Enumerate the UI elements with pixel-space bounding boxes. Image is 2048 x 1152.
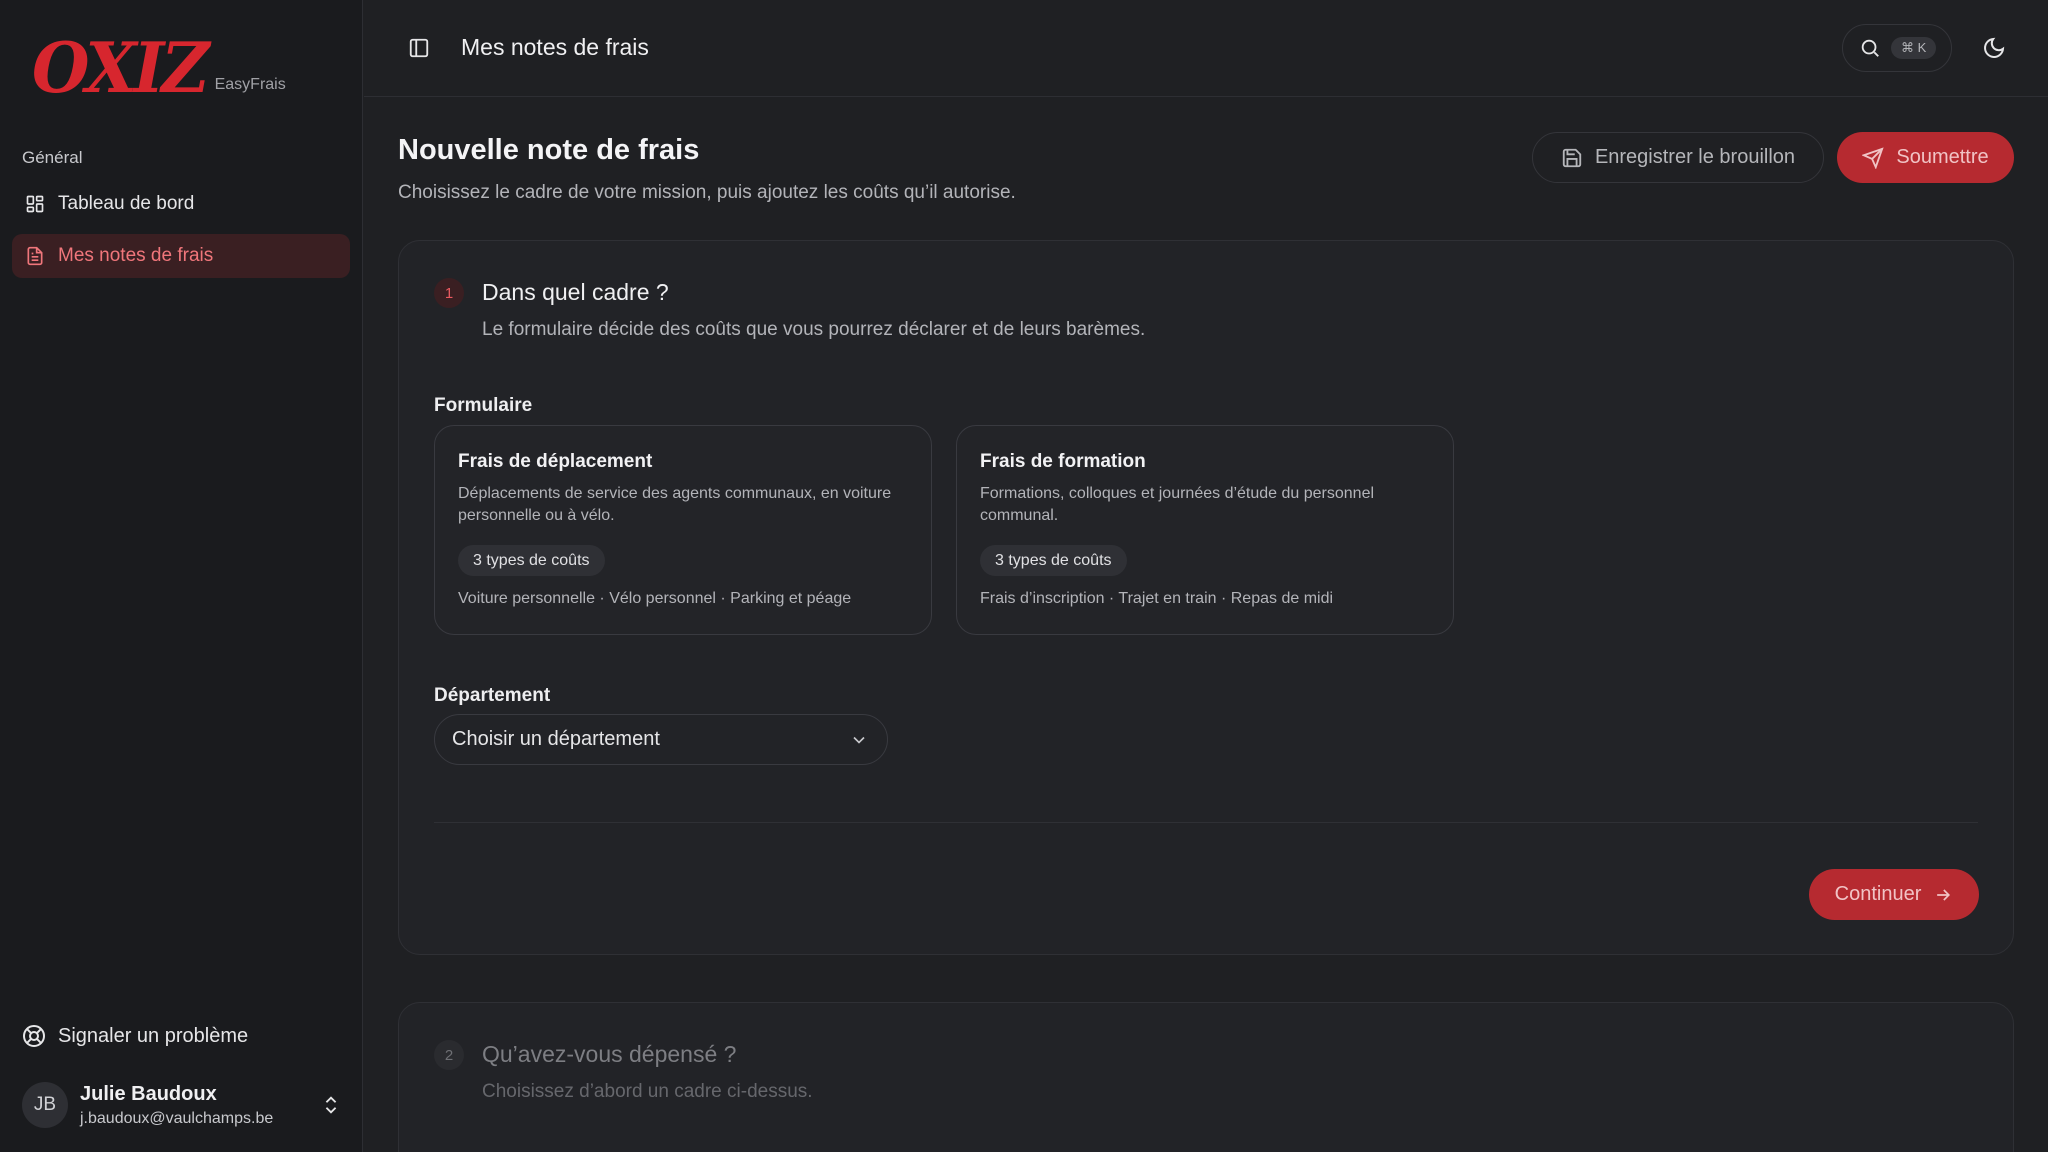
- divider: [434, 822, 1978, 823]
- report-problem-label: Signaler un problème: [58, 1024, 249, 1047]
- user-email: j.baudoux@vaulchamps.be: [80, 1109, 274, 1127]
- dashboard-icon: [24, 193, 46, 215]
- topbar-title: Mes notes de frais: [461, 34, 649, 60]
- sidebar-item-dashboard[interactable]: Tableau de bord: [12, 182, 350, 226]
- brand-logo[interactable]: OXIZ EasyFrais: [32, 27, 286, 109]
- nav-group-label: Général: [22, 148, 83, 167]
- option-card-travel[interactable]: Frais de déplacement Déplacements de ser…: [434, 425, 932, 635]
- search-button[interactable]: ⌘ K: [1842, 24, 1952, 72]
- chevrons-up-down-icon: [320, 1094, 342, 1116]
- option-cost-list: Frais d’inscription · Trajet en train · …: [980, 590, 1334, 607]
- submit-label: Soumettre: [1896, 146, 1989, 168]
- avatar: JB: [22, 1082, 68, 1128]
- step-title: Dans quel cadre ?: [482, 279, 669, 305]
- report-problem-link[interactable]: Signaler un problème: [22, 1024, 248, 1048]
- option-card-training[interactable]: Frais de formation Formations, colloques…: [956, 425, 1454, 635]
- sidebar-toggle-icon[interactable]: [408, 37, 430, 59]
- logo-mark: OXIZ: [32, 27, 210, 109]
- product-name: EasyFrais: [214, 76, 286, 93]
- shortcut-badge: ⌘ K: [1891, 37, 1937, 59]
- sidebar-item-expense-notes[interactable]: Mes notes de frais: [12, 234, 350, 278]
- step-number: 2: [434, 1040, 464, 1070]
- option-description: Déplacements de service des agents commu…: [458, 485, 892, 524]
- lifebuoy-icon: [22, 1024, 46, 1048]
- save-draft-label: Enregistrer le brouillon: [1594, 146, 1796, 168]
- search-icon: [1859, 37, 1881, 59]
- step-2-card: 2 Qu’avez-vous dépensé ? Choisissez d’ab…: [398, 1002, 2014, 1152]
- option-title: Frais de formation: [980, 451, 1146, 472]
- user-name: Julie Baudoux: [80, 1082, 217, 1105]
- sidebar: OXIZ EasyFrais Général Tableau de bord M…: [0, 0, 363, 1152]
- department-label: Département: [434, 685, 551, 706]
- form-label: Formulaire: [434, 395, 533, 416]
- arrow-right-icon: [1933, 885, 1953, 905]
- page-subtitle: Choisissez le cadre de votre mission, pu…: [398, 182, 1016, 203]
- step-subtitle: Choisissez d’abord un cadre ci-dessus.: [482, 1081, 813, 1102]
- department-select-value: Choisir un département: [452, 728, 660, 750]
- step-subtitle: Le formulaire décide des coûts que vous …: [482, 319, 1146, 340]
- topbar: Mes notes de frais ⌘ K: [364, 0, 2048, 97]
- cost-types-badge: 3 types de coûts: [980, 545, 1127, 576]
- submit-button[interactable]: Soumettre: [1837, 132, 2014, 183]
- user-info: Julie Baudoux j.baudoux@vaulchamps.be: [80, 1083, 273, 1128]
- option-description: Formations, colloques et journées d’étud…: [980, 485, 1375, 524]
- page-title: Nouvelle note de frais: [398, 134, 700, 166]
- step-title: Qu’avez-vous dépensé ?: [482, 1041, 737, 1067]
- cost-types-badge: 3 types de coûts: [458, 545, 605, 576]
- continue-label: Continuer: [1834, 883, 1922, 905]
- user-menu[interactable]: JB Julie Baudoux j.baudoux@vaulchamps.be: [22, 1082, 342, 1128]
- sidebar-item-label: Mes notes de frais: [58, 245, 214, 266]
- moon-icon[interactable]: [1982, 36, 2006, 60]
- step-number: 1: [434, 278, 464, 308]
- department-select[interactable]: Choisir un département: [434, 714, 888, 765]
- sidebar-item-label: Tableau de bord: [58, 193, 195, 214]
- option-cost-list: Voiture personnelle · Vélo personnel · P…: [458, 590, 852, 607]
- save-icon: [1561, 147, 1583, 169]
- continue-button[interactable]: Continuer: [1809, 869, 1979, 920]
- save-draft-button[interactable]: Enregistrer le brouillon: [1532, 132, 1824, 183]
- step-1-card: 1 Dans quel cadre ? Le formulaire décide…: [398, 240, 2014, 955]
- document-icon: [24, 245, 46, 267]
- chevron-down-icon: [849, 730, 869, 750]
- option-title: Frais de déplacement: [458, 451, 653, 472]
- send-icon: [1862, 146, 1885, 169]
